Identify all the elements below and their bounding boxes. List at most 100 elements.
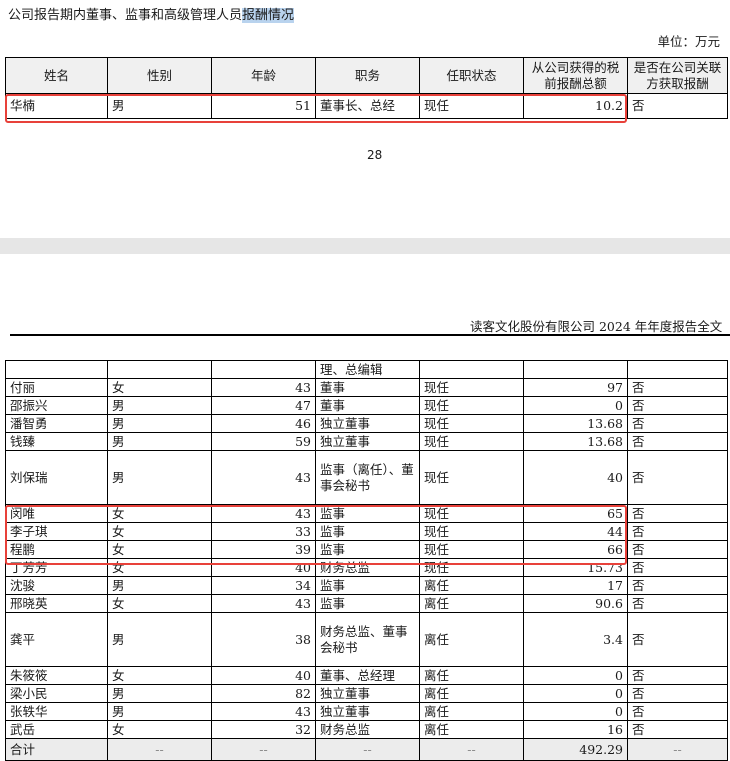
- total-placeholder: --: [627, 738, 728, 761]
- cell-related-pay: 否: [627, 93, 728, 119]
- cell: [627, 360, 728, 379]
- cell-status: 现任: [419, 450, 524, 505]
- highlight-box-supervisors: [5, 505, 627, 565]
- cell-position: 独立董事: [315, 684, 420, 703]
- cell-related-pay: 否: [627, 558, 728, 577]
- cell-related-pay: 否: [627, 396, 728, 415]
- cell: [107, 360, 212, 379]
- total-label: 合计: [5, 738, 108, 761]
- cell-name: 潘智勇: [5, 414, 108, 433]
- cell-position: 董事: [315, 396, 420, 415]
- col-header-name: 姓名: [5, 57, 108, 94]
- cell-pay: 97: [523, 378, 628, 397]
- cell-related-pay: 否: [627, 414, 728, 433]
- cell-gender: 男: [107, 450, 212, 505]
- cell-related-pay: 否: [627, 522, 728, 541]
- total-row: 合计 -- -- -- -- 492.29 --: [5, 738, 728, 761]
- cell-age: 43: [211, 702, 316, 721]
- cell-name: 刘保瑞: [5, 450, 108, 505]
- cell-related-pay: 否: [627, 666, 728, 685]
- page-number: 28: [367, 148, 383, 162]
- col-header-status: 任职状态: [419, 57, 524, 94]
- section-title-highlight: 报酬情况: [242, 8, 295, 23]
- cell-position: 财务总监: [315, 720, 420, 739]
- cell-pay: 13.68: [523, 414, 628, 433]
- cell-status: 现任: [419, 396, 524, 415]
- cell-age: 43: [211, 378, 316, 397]
- table-row: 龚平男 38 财务总监、董事会秘书 离任 3.4 否: [5, 612, 728, 667]
- col-header-gender: 性别: [107, 57, 212, 94]
- unit-label: 单位：万元: [657, 34, 720, 49]
- table-row: 钱臻男 59 独立董事 现任 13.68 否: [5, 432, 728, 451]
- cell-pay: 0: [523, 666, 628, 685]
- cell-name: 沈骏: [5, 576, 108, 595]
- cell-status: 离任: [419, 702, 524, 721]
- cell-status: 现任: [419, 432, 524, 451]
- cell: [419, 360, 524, 379]
- table-row: 武岳女 32 财务总监 离任 16 否: [5, 720, 728, 739]
- total-pay: 492.29: [523, 738, 628, 761]
- cell-position: 独立董事: [315, 432, 420, 451]
- col-header-related-pay: 是否在公司关联方获取报酬: [627, 57, 728, 94]
- cell-gender: 男: [107, 684, 212, 703]
- page-gap: [0, 238, 730, 254]
- cell-status: 现任: [419, 378, 524, 397]
- total-placeholder: --: [107, 738, 212, 761]
- table-row: 刘保瑞男 43 监事（离任）、董事会秘书 现任 40 否: [5, 450, 728, 505]
- cell-gender: 女: [107, 378, 212, 397]
- cell-gender: 女: [107, 594, 212, 613]
- col-header-pay: 从公司获得的税前报酬总额: [523, 57, 628, 94]
- cell-position: 理、总编辑: [315, 360, 420, 379]
- cell-pay: 16: [523, 720, 628, 739]
- cell-position: 独立董事: [315, 414, 420, 433]
- cell-name: 张轶华: [5, 702, 108, 721]
- cell-name: 邢晓英: [5, 594, 108, 613]
- cell-age: 59: [211, 432, 316, 451]
- cell-name: 朱筱筱: [5, 666, 108, 685]
- cell-pay: 0: [523, 684, 628, 703]
- cell-gender: 男: [107, 612, 212, 667]
- cell-position: 董事、总经理: [315, 666, 420, 685]
- table-row: 朱筱筱女 40 董事、总经理 离任 0 否: [5, 666, 728, 685]
- cell-pay: 0: [523, 702, 628, 721]
- cell-pay: 90.6: [523, 594, 628, 613]
- cell-related-pay: 否: [627, 612, 728, 667]
- cell-name: 邵振兴: [5, 396, 108, 415]
- cell-position: 监事（离任）、董事会秘书: [315, 450, 420, 505]
- table-row: 潘智勇男 46 独立董事 现任 13.68 否: [5, 414, 728, 433]
- cell-status: 离任: [419, 684, 524, 703]
- cell-pay: 17: [523, 576, 628, 595]
- cell-status: 离任: [419, 666, 524, 685]
- cell-related-pay: 否: [627, 504, 728, 523]
- cell-name: 钱臻: [5, 432, 108, 451]
- cell-related-pay: 否: [627, 540, 728, 559]
- cell-gender: 男: [107, 432, 212, 451]
- cell-age: 40: [211, 666, 316, 685]
- cell-related-pay: 否: [627, 432, 728, 451]
- cell-position: 监事: [315, 594, 420, 613]
- table-row: 付丽女 43 董事 现任 97 否: [5, 378, 728, 397]
- cell: [523, 360, 628, 379]
- cell-gender: 男: [107, 702, 212, 721]
- col-header-position: 职务: [315, 57, 420, 94]
- running-header: 读客文化股份有限公司 2024 年年度报告全文: [470, 319, 723, 334]
- cell-position: 监事: [315, 576, 420, 595]
- cell-pay: 40: [523, 450, 628, 505]
- cell-gender: 女: [107, 720, 212, 739]
- page-top: 公司报告期内董事、监事和高级管理人员报酬情况 单位：万元 姓名 性别 年龄 职务…: [0, 0, 730, 238]
- cell-status: 离任: [419, 576, 524, 595]
- cell-status: 离任: [419, 720, 524, 739]
- cell-pay: 3.4: [523, 612, 628, 667]
- cell-gender: 男: [107, 396, 212, 415]
- cell-name: 武岳: [5, 720, 108, 739]
- cell-related-pay: 否: [627, 702, 728, 721]
- cell: [211, 360, 316, 379]
- highlight-box-chairman: [5, 94, 627, 123]
- cell-age: 34: [211, 576, 316, 595]
- cell-name: 梁小民: [5, 684, 108, 703]
- page-bottom: 读客文化股份有限公司 2024 年年度报告全文 理、总编辑 付丽女 43 董事 现任 9…: [0, 254, 730, 761]
- header-rule: [10, 334, 730, 336]
- table-row: 邵振兴男 47 董事 现任 0 否: [5, 396, 728, 415]
- cell-age: 47: [211, 396, 316, 415]
- cell-pay: 13.68: [523, 432, 628, 451]
